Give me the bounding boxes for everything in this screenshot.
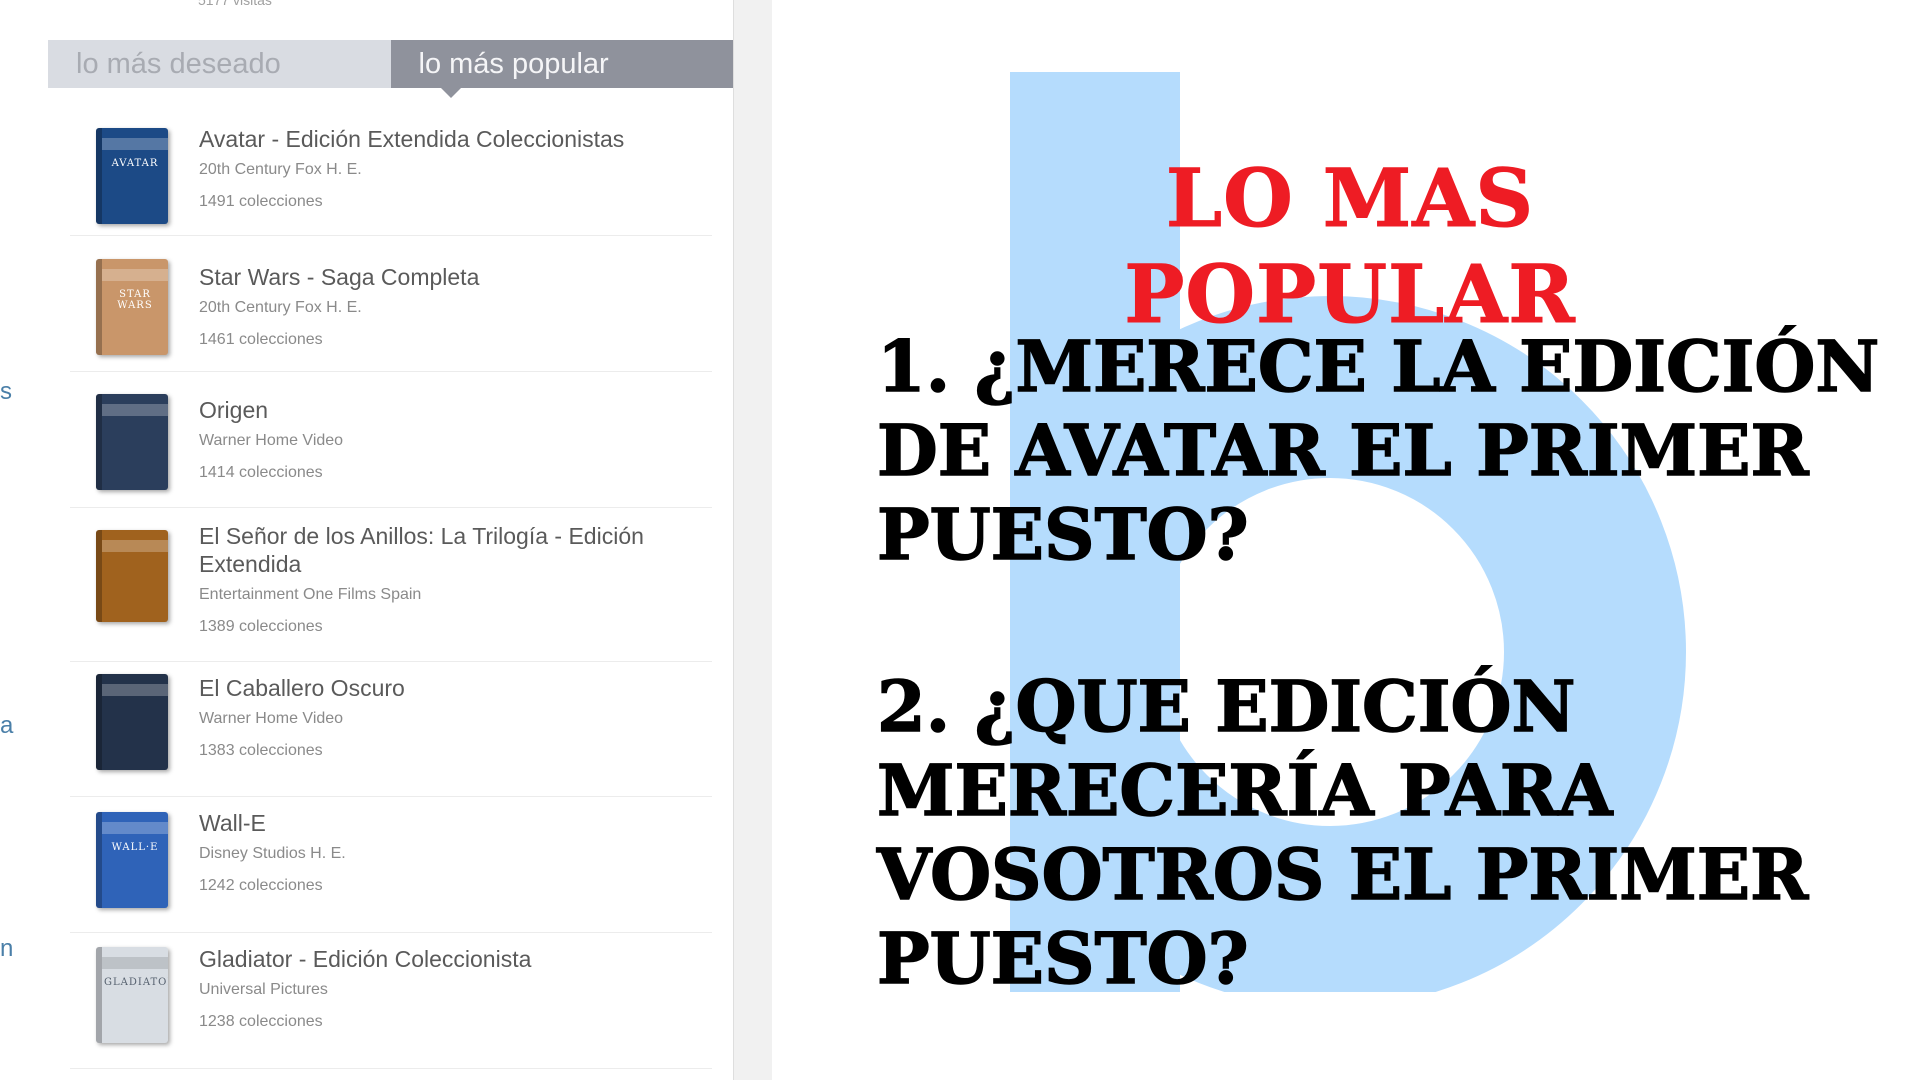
list-tabs: lo más deseado lo más popular: [48, 40, 733, 98]
tab-most-wanted[interactable]: lo más deseado: [48, 40, 391, 88]
bluray-cover-image[interactable]: GLADIATOR: [96, 947, 168, 1043]
item-collections-count: 1242 colecciones: [199, 877, 323, 894]
tab-most-popular[interactable]: lo más popular: [390, 40, 733, 98]
item-title[interactable]: El Señor de los Anillos: La Trilogía - E…: [199, 522, 709, 578]
list-item[interactable]: AVATAR Avatar - Edición Extendida Colecc…: [70, 98, 712, 236]
item-title[interactable]: El Caballero Oscuro: [199, 674, 709, 702]
item-collections-count: 1383 colecciones: [199, 742, 323, 759]
list-item[interactable]: STAR WARS Star Wars - Saga Completa 20th…: [70, 236, 712, 372]
item-collections-count: 1389 colecciones: [199, 618, 323, 635]
item-studio: 20th Century Fox H. E.: [199, 161, 362, 178]
left-sidebar-strip: s a n: [0, 0, 49, 1080]
bluray-cover-image[interactable]: [96, 530, 168, 622]
list-item[interactable]: Origen Warner Home Video 1414 coleccione…: [70, 372, 712, 508]
popular-items-list: AVATAR Avatar - Edición Extendida Colecc…: [70, 98, 712, 1069]
bluray-cover-image[interactable]: [96, 674, 168, 770]
cut-off-visits-text: 5177 visitas: [198, 0, 272, 8]
bluray-cover-image[interactable]: WALL·E: [96, 812, 168, 908]
item-studio: Universal Pictures: [199, 981, 328, 998]
item-studio: Entertainment One Films Spain: [199, 586, 422, 603]
overlay-question-2: 2. ¿QUE EDICIÓN MERECERÍA PARA VOSOTROS …: [876, 664, 1809, 1001]
item-collections-count: 1414 colecciones: [199, 464, 323, 481]
item-collections-count: 1238 colecciones: [199, 1013, 323, 1030]
item-title[interactable]: Star Wars - Saga Completa: [199, 263, 709, 291]
item-studio: 20th Century Fox H. E.: [199, 299, 362, 316]
item-title[interactable]: Origen: [199, 396, 709, 424]
overlay-question-1: 1. ¿MERECE LA EDICIÓN DE AVATAR EL PRIME…: [876, 324, 1880, 577]
bluray-cover-image[interactable]: [96, 394, 168, 490]
bluray-cover-image[interactable]: AVATAR: [96, 128, 168, 224]
item-title[interactable]: Gladiator - Edición Coleccionista: [199, 945, 709, 973]
list-item[interactable]: WALL·E Wall-E Disney Studios H. E. 1242 …: [70, 797, 712, 933]
item-title[interactable]: Wall-E: [199, 809, 709, 837]
overlay-heading: LO MAS POPULAR: [1124, 151, 1576, 342]
bluray-cover-image[interactable]: STAR WARS: [96, 259, 168, 355]
strip-letter: a: [0, 712, 14, 739]
item-studio: Warner Home Video: [199, 710, 344, 727]
strip-letter: s: [0, 378, 12, 405]
list-item[interactable]: El Señor de los Anillos: La Trilogía - E…: [70, 508, 712, 662]
list-item[interactable]: El Caballero Oscuro Warner Home Video 13…: [70, 662, 712, 797]
list-item[interactable]: GLADIATOR Gladiator - Edición Coleccioni…: [70, 933, 712, 1069]
item-collections-count: 1491 colecciones: [199, 193, 323, 210]
strip-letter: n: [0, 935, 14, 962]
item-collections-count: 1461 colecciones: [199, 331, 323, 348]
item-title[interactable]: Avatar - Edición Extendida Coleccionista…: [199, 125, 709, 153]
item-studio: Disney Studios H. E.: [199, 845, 346, 862]
item-studio: Warner Home Video: [199, 432, 344, 449]
panel-gutter: [734, 0, 772, 1080]
